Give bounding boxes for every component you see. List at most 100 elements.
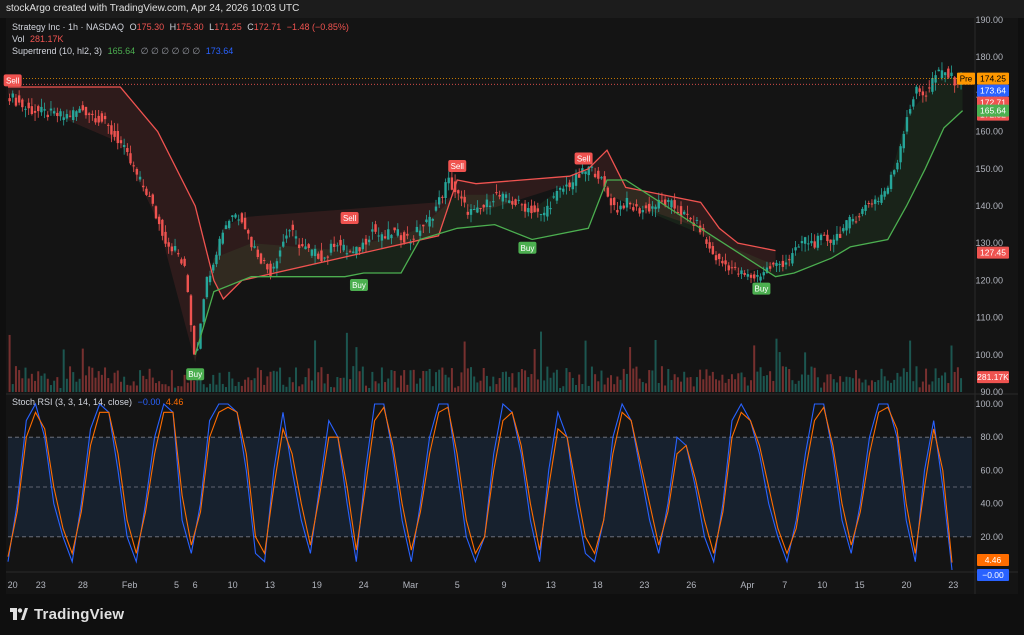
candle-body[interactable] (724, 260, 727, 265)
candle-body[interactable] (644, 205, 648, 209)
candle-body[interactable] (797, 246, 800, 248)
candle-body[interactable] (59, 111, 62, 117)
candle-body[interactable] (622, 205, 625, 209)
candle-body[interactable] (399, 235, 403, 241)
candle-body[interactable] (854, 221, 858, 223)
candle-body[interactable] (43, 109, 46, 111)
candle-body[interactable] (912, 99, 915, 107)
candle-body[interactable] (673, 200, 676, 209)
candle-body[interactable] (27, 102, 30, 109)
candle-body[interactable] (689, 217, 692, 220)
candle-body[interactable] (705, 239, 708, 244)
candle-body[interactable] (950, 72, 953, 76)
candle-body[interactable] (574, 173, 578, 186)
candle-body[interactable] (259, 253, 263, 264)
candle-body[interactable] (918, 88, 921, 92)
candle-body[interactable] (772, 262, 775, 265)
candle-body[interactable] (632, 207, 635, 211)
candle-body[interactable] (56, 112, 59, 117)
candle-body[interactable] (638, 208, 641, 214)
candle-body[interactable] (14, 97, 18, 106)
candle-body[interactable] (654, 206, 657, 210)
candle-body[interactable] (511, 201, 514, 205)
candle-body[interactable] (848, 216, 851, 229)
candle-body[interactable] (307, 244, 310, 248)
candle-body[interactable] (393, 227, 396, 231)
candle-body[interactable] (759, 276, 762, 281)
candle-body[interactable] (135, 169, 139, 175)
candle-body[interactable] (577, 174, 581, 178)
candle-body[interactable] (597, 170, 600, 179)
candle-body[interactable] (810, 240, 813, 244)
candle-body[interactable] (323, 257, 326, 259)
candle-body[interactable] (727, 265, 730, 271)
candle-body[interactable] (816, 235, 820, 248)
candle-body[interactable] (746, 274, 750, 277)
candle-body[interactable] (896, 162, 899, 170)
candle-body[interactable] (91, 113, 94, 115)
candle-body[interactable] (625, 197, 629, 208)
candle-body[interactable] (129, 153, 132, 164)
candle-body[interactable] (931, 77, 934, 92)
candle-body[interactable] (253, 246, 256, 248)
candle-body[interactable] (558, 187, 562, 190)
candle-body[interactable] (291, 224, 295, 230)
candle-body[interactable] (30, 106, 34, 115)
candle-body[interactable] (908, 109, 912, 114)
candle-body[interactable] (778, 263, 781, 265)
candle-body[interactable] (864, 204, 867, 211)
candle-body[interactable] (546, 205, 549, 217)
candle-body[interactable] (733, 266, 737, 268)
candle-body[interactable] (832, 239, 835, 245)
candle-body[interactable] (788, 259, 791, 261)
candle-body[interactable] (329, 243, 333, 253)
candle-body[interactable] (781, 260, 785, 267)
candle-body[interactable] (113, 130, 116, 137)
candle-body[interactable] (714, 255, 718, 261)
candle-body[interactable] (103, 115, 107, 120)
candle-body[interactable] (450, 177, 454, 190)
candle-body[interactable] (463, 196, 466, 203)
candle-body[interactable] (151, 194, 154, 204)
candle-body[interactable] (469, 208, 473, 215)
candle-body[interactable] (943, 72, 947, 76)
candle-body[interactable] (218, 238, 221, 256)
candle-body[interactable] (215, 254, 218, 265)
candle-body[interactable] (348, 251, 352, 253)
candle-body[interactable] (317, 253, 320, 259)
candle-body[interactable] (243, 217, 247, 230)
candle-body[interactable] (670, 200, 673, 208)
candle-body[interactable] (352, 251, 355, 254)
candle-body[interactable] (552, 196, 555, 198)
chart-svg[interactable]: Sell Buy Sell Buy Sell Buy Sell Buy 90.00 100.00… (0, 0, 1024, 635)
candle-body[interactable] (173, 246, 177, 251)
candle-body[interactable] (202, 299, 205, 322)
candle-body[interactable] (437, 197, 441, 205)
candle-body[interactable] (530, 205, 533, 214)
candle-body[interactable] (880, 194, 883, 203)
candle-body[interactable] (285, 235, 288, 239)
candle-body[interactable] (336, 245, 339, 247)
candle-body[interactable] (345, 253, 349, 255)
candle-body[interactable] (813, 241, 816, 248)
candle-body[interactable] (826, 234, 829, 242)
candle-body[interactable] (367, 239, 371, 243)
candle-body[interactable] (775, 262, 778, 266)
candle-body[interactable] (227, 220, 231, 229)
candle-body[interactable] (192, 325, 196, 355)
candle-body[interactable] (616, 209, 619, 213)
candle-body[interactable] (313, 248, 317, 257)
candle-body[interactable] (584, 171, 587, 175)
candle-body[interactable] (94, 118, 97, 123)
candle-body[interactable] (377, 235, 380, 237)
candle-body[interactable] (301, 244, 304, 247)
candle-body[interactable] (387, 229, 390, 240)
candle-body[interactable] (17, 95, 21, 103)
candle-body[interactable] (326, 256, 330, 258)
candle-body[interactable] (514, 199, 517, 206)
candle-body[interactable] (472, 209, 476, 211)
candle-body[interactable] (339, 239, 342, 246)
candle-body[interactable] (122, 145, 126, 148)
candle-body[interactable] (110, 125, 113, 135)
candle-body[interactable] (504, 194, 508, 198)
